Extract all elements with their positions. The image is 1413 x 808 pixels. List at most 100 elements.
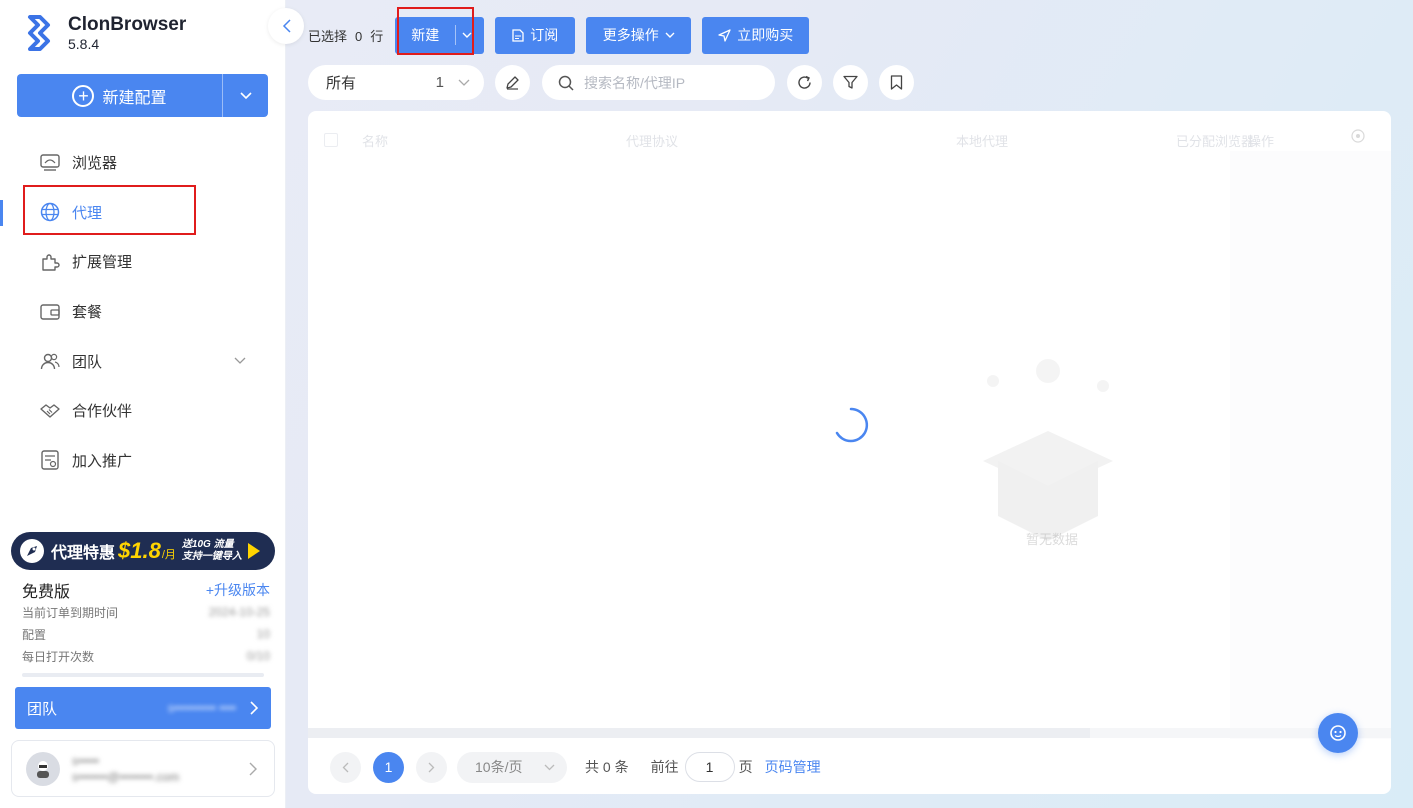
team-switch-button[interactable]: 团队 s•••••••••• ••••: [15, 687, 271, 729]
bookmark-icon: [890, 75, 903, 90]
subscribe-label: 订阅: [530, 27, 559, 43]
app-logo: ClonBrowser 5.8.4: [26, 14, 186, 54]
plan-name: 免费版: [22, 584, 71, 601]
support-chat-button[interactable]: [1318, 713, 1358, 753]
user-email: s•••••••@••••••••.com: [72, 769, 180, 784]
subscribe-button[interactable]: 订阅: [495, 16, 576, 54]
goto-prefix: 前往: [650, 759, 679, 775]
sidebar-item-partners[interactable]: 合作伙伴: [0, 386, 286, 436]
next-page-button[interactable]: [416, 751, 447, 783]
send-icon: [718, 28, 731, 42]
scrollbar-thumb[interactable]: [308, 728, 1090, 738]
chevron-right-icon: [250, 701, 259, 715]
plan-row-expiry: 当前订单到期时间 2024-10-25: [22, 601, 270, 623]
sidebar-item-promote[interactable]: 加入推广: [0, 436, 286, 486]
filter-button[interactable]: [833, 65, 868, 100]
highlight-box-proxy: [23, 185, 196, 235]
selected-count: 0: [355, 28, 363, 44]
document-icon: [512, 28, 524, 42]
buy-now-button[interactable]: 立即购买: [702, 16, 810, 54]
refresh-icon: [798, 75, 811, 89]
toolbar: 已选择 0 行 新建 订阅 更多操作 立即购买: [308, 16, 820, 54]
total-count: 共 0 条: [585, 759, 629, 775]
horizontal-scrollbar[interactable]: [308, 728, 1391, 738]
user-avatar-icon: [37, 760, 49, 778]
chevron-down-icon: [239, 91, 252, 99]
promo-line-2: 支持一键导入: [181, 551, 242, 562]
group-select-count: 1: [435, 74, 444, 91]
play-arrow-icon: [247, 543, 260, 559]
pencil-icon: [506, 76, 519, 90]
user-card[interactable]: s••••• s•••••••@••••••••.com: [11, 740, 275, 797]
collapse-sidebar-button[interactable]: [268, 8, 304, 44]
page-size-select[interactable]: 10条/页: [457, 751, 567, 783]
buy-now-label: 立即购买: [737, 27, 794, 43]
page-manage-link[interactable]: 页码管理: [765, 757, 821, 777]
search-box[interactable]: [542, 65, 775, 100]
select-all-checkbox[interactable]: [324, 133, 338, 147]
promo-unit: /月: [161, 549, 176, 561]
proxy-table-panel: 名称 代理协议 本地代理 已分配浏览器 操作 暂无数据 1 10条/页 共 0 …: [308, 111, 1391, 794]
goto-suffix: 页: [738, 759, 753, 775]
goto-page: 前往 页: [651, 752, 753, 782]
pagination: 1 10条/页 共 0 条 前往 页 页码管理: [330, 751, 821, 783]
wallet-icon: [40, 302, 60, 322]
sidebar-item-plan[interactable]: 套餐: [0, 287, 286, 337]
fixed-column-shadow: [1230, 151, 1391, 739]
clonbrowser-logo-icon: [28, 15, 50, 51]
chevron-down-icon: [458, 79, 470, 86]
promo-line-1: 送10G 流量: [181, 539, 234, 550]
filter-bar: 所有 1: [308, 65, 914, 100]
table-header: 名称 代理协议 本地代理 已分配浏览器 操作: [308, 125, 1391, 153]
sidebar: ClonBrowser 5.8.4 + 新建配置 浏览器 代理 扩展管理 套餐 …: [0, 0, 286, 808]
plan-row-value: 10: [256, 627, 270, 641]
new-config-dropdown[interactable]: [223, 91, 268, 100]
column-header-actions: 操作: [1248, 134, 1275, 149]
column-header-name[interactable]: 名称: [362, 131, 388, 150]
plus-circle-icon: +: [72, 84, 95, 107]
upgrade-link[interactable]: +升级版本: [206, 580, 270, 600]
more-actions-button[interactable]: 更多操作: [586, 16, 692, 54]
edit-group-button[interactable]: [495, 65, 530, 100]
puzzle-icon: [40, 252, 60, 272]
column-settings-icon[interactable]: [1351, 129, 1365, 146]
empty-state-text: 暂无数据: [1026, 532, 1079, 547]
sidebar-item-team[interactable]: 团队: [0, 336, 286, 386]
page-size-value: 10条/页: [475, 759, 523, 775]
sidebar-item-label: 浏览器: [72, 155, 118, 173]
handshake-icon: [40, 401, 60, 421]
chevron-down-icon: [665, 32, 675, 38]
sidebar-item-browser[interactable]: 浏览器: [0, 138, 286, 188]
monitor-icon: [40, 153, 60, 173]
sidebar-item-label: 团队: [72, 353, 103, 371]
user-name: s•••••: [72, 753, 100, 768]
more-actions-label: 更多操作: [602, 27, 659, 43]
highlight-box-new: [397, 7, 474, 55]
search-input[interactable]: [584, 74, 764, 91]
page-number-current[interactable]: 1: [373, 751, 404, 783]
chevron-down-icon: [234, 352, 246, 369]
sidebar-item-extensions[interactable]: 扩展管理: [0, 237, 286, 287]
empty-box-icon: [983, 359, 1113, 541]
promo-price: $1.8: [118, 538, 161, 563]
new-config-main[interactable]: + 新建配置: [17, 74, 223, 117]
promo-banner[interactable]: 代理特惠 $1.8 /月 送10G 流量 支持一键导入: [11, 532, 275, 570]
group-select[interactable]: 所有 1: [308, 65, 484, 100]
bookmark-button[interactable]: [879, 65, 914, 100]
promote-icon: [40, 450, 60, 471]
goto-page-input[interactable]: [684, 752, 735, 782]
new-config-button[interactable]: + 新建配置: [17, 74, 268, 117]
refresh-button[interactable]: [787, 65, 822, 100]
group-select-label: 所有: [326, 75, 357, 92]
app-version: 5.8.4: [68, 36, 100, 52]
customer-service-icon: [1330, 725, 1346, 741]
column-header-protocol: 代理协议: [626, 134, 679, 149]
chevron-left-icon: [282, 19, 291, 33]
selected-suffix: 行: [370, 28, 384, 44]
plan-row-value: 2024-10-25: [208, 605, 270, 619]
chevron-right-icon: [428, 762, 435, 772]
chevron-left-icon: [342, 762, 349, 772]
selection-count: 已选择 0 行: [308, 26, 383, 45]
prev-page-button[interactable]: [330, 751, 361, 783]
selected-prefix: 已选择: [308, 28, 348, 44]
